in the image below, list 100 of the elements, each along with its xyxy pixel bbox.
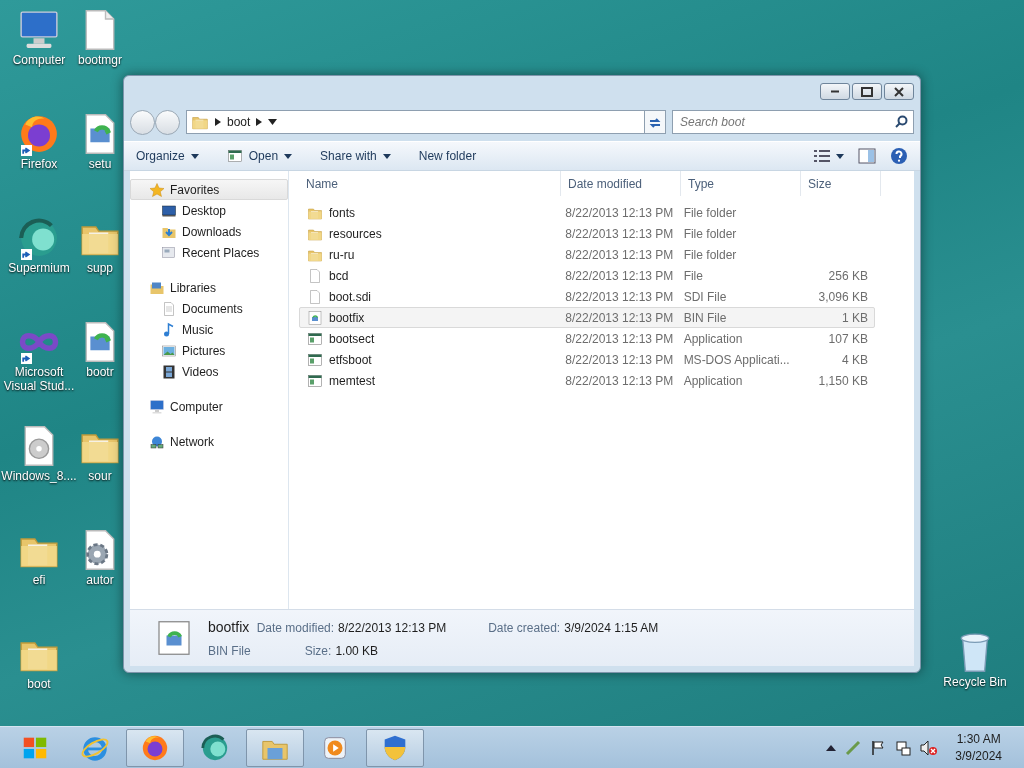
star-icon <box>149 181 165 198</box>
shortcut-arrow-icon <box>21 353 32 364</box>
table-cell-text: 8/22/2013 12:13 PM <box>564 351 675 369</box>
desktop-icon-label[interactable]: efi <box>32 574 46 588</box>
taskbar-button[interactable] <box>366 728 424 767</box>
navigation-item[interactable]: Network <box>130 431 288 452</box>
navigation-item[interactable]: Computer <box>130 396 288 417</box>
table-cell-text: 8/22/2013 12:13 PM <box>564 330 675 348</box>
file-icon <box>307 288 323 305</box>
toolbar-button[interactable]: Open <box>226 147 293 165</box>
file-name[interactable]: bcd <box>329 266 349 285</box>
flag-icon[interactable] <box>870 739 887 756</box>
selected-file-row[interactable]: bootfix 8/22/2013 12:13 PM BIN File 1 KB <box>299 307 875 328</box>
column-header[interactable]: Type <box>681 171 801 196</box>
shortcut-arrow-icon <box>21 249 32 260</box>
picture-icon <box>161 342 177 359</box>
desktop-icon-label[interactable]: setu <box>88 158 112 172</box>
navigation-item[interactable]: Libraries <box>130 277 288 298</box>
close-icon <box>892 85 906 98</box>
desktop-icon-label[interactable]: autor <box>86 574 114 588</box>
navigation-item[interactable]: Favorites <box>130 179 288 200</box>
film-icon <box>161 363 177 380</box>
toolbar-button[interactable]: New folder <box>418 147 477 165</box>
column-header[interactable]: Size <box>801 171 881 196</box>
view-options-button[interactable] <box>814 150 844 162</box>
toolbar-button[interactable]: Organize <box>136 147 199 165</box>
file-name[interactable]: bootsect <box>329 329 375 348</box>
table-cell-text: MS-DOS Applicati... <box>682 351 791 369</box>
table-cell-text: 256 KB <box>828 267 868 285</box>
close-button[interactable] <box>884 83 914 100</box>
desktop-icon-label[interactable]: Supermium <box>8 262 70 276</box>
file-name[interactable]: etfsboot <box>329 350 372 369</box>
chevron-icon <box>215 118 221 126</box>
desktop-icon-label[interactable]: supp <box>87 262 113 276</box>
toolbar-button[interactable]: Share with <box>320 147 391 165</box>
file-name[interactable]: boot.sdi <box>329 287 372 306</box>
file-name[interactable]: bootfix <box>329 308 365 327</box>
navigation-item[interactable]: Documents <box>130 298 288 319</box>
globe-icon <box>200 732 230 763</box>
search-icon <box>895 115 908 128</box>
desktop-icon-label[interactable]: Windows_8.... <box>1 470 77 484</box>
table-cell-text: File folder <box>682 204 738 222</box>
dropdown-arrow-icon[interactable] <box>268 119 278 125</box>
refresh-button[interactable] <box>644 110 666 134</box>
help-button[interactable] <box>890 147 908 165</box>
table-cell-text: 8/22/2013 12:13 PM <box>564 204 675 222</box>
file-name[interactable]: memtest <box>329 371 375 390</box>
table-cell-text: 1 KB <box>841 309 868 327</box>
table-cell-text: 8/22/2013 12:13 PM <box>564 288 675 306</box>
desktop-icon-label[interactable]: Firefox <box>20 158 58 172</box>
desktop-icon <box>161 202 177 219</box>
desktop-icon-label[interactable]: sour <box>88 470 112 484</box>
show-hidden-icons-icon[interactable] <box>826 744 837 751</box>
file-name[interactable]: ru-ru <box>329 245 355 264</box>
preview-pane-icon <box>858 148 876 164</box>
application-icon <box>307 330 323 347</box>
chevron-icon <box>256 118 263 126</box>
refresh-icon <box>648 115 662 130</box>
address-bar[interactable]: boot <box>186 110 645 134</box>
network-icon[interactable] <box>895 739 912 756</box>
clock[interactable]: 1:30 AM 3/9/2024 <box>955 731 1002 764</box>
muted-speaker-icon[interactable] <box>920 739 939 756</box>
table-cell-text: Application <box>682 330 744 348</box>
table-cell-text: Application <box>682 372 744 390</box>
maximize-button[interactable] <box>852 83 882 100</box>
details-value: 8/22/2013 12:13 PM <box>338 619 447 637</box>
desktop-icon-label[interactable]: Microsoft Visual Stud... <box>1 366 77 394</box>
desktop-icon-label[interactable]: boot <box>27 678 51 692</box>
preview-pane-button[interactable] <box>858 148 876 164</box>
table-cell-text: 8/22/2013 12:13 PM <box>564 309 675 327</box>
breadcrumb-item[interactable]: boot <box>227 113 251 131</box>
caret-icon <box>382 153 391 159</box>
table-cell-text: 8/22/2013 12:13 PM <box>564 372 675 390</box>
file-name[interactable]: fonts <box>329 203 355 222</box>
table-cell-text: SDI File <box>682 288 728 306</box>
list-view-icon <box>814 150 830 162</box>
desktop-icon-label[interactable]: bootmgr <box>78 54 122 68</box>
taskbar-button[interactable] <box>126 728 184 767</box>
column-header[interactable]: Date modified <box>561 171 681 196</box>
table-cell-text: 3,096 KB <box>818 288 868 306</box>
application-icon <box>226 148 243 164</box>
desktop-icon-label[interactable]: Recycle Bin <box>943 676 1007 690</box>
navigation-item[interactable]: Music <box>130 319 288 340</box>
desktop-icon-label[interactable]: bootr <box>86 366 114 380</box>
table-cell-text: 107 KB <box>828 330 868 348</box>
file-icon <box>307 267 323 284</box>
navigation-item[interactable]: Pictures <box>130 340 288 361</box>
column-header[interactable]: Name <box>299 171 561 196</box>
file-name[interactable]: resources <box>329 224 382 243</box>
table-cell-text: 8/22/2013 12:13 PM <box>564 267 675 285</box>
navigation-item[interactable]: Recent Places <box>130 242 288 263</box>
search-field[interactable]: Search boot <box>672 110 914 134</box>
navigation-item[interactable]: Videos <box>130 361 288 382</box>
details-value: 1.00 KB <box>335 642 379 660</box>
table-cell-text: File <box>682 267 704 285</box>
details-file-type: BIN File <box>208 642 251 660</box>
table-cell-text: BIN File <box>682 309 728 327</box>
navigation-item[interactable]: Desktop <box>130 200 288 221</box>
table-cell-text: 8/22/2013 12:13 PM <box>564 246 675 264</box>
navigation-item[interactable]: Downloads <box>130 221 288 242</box>
